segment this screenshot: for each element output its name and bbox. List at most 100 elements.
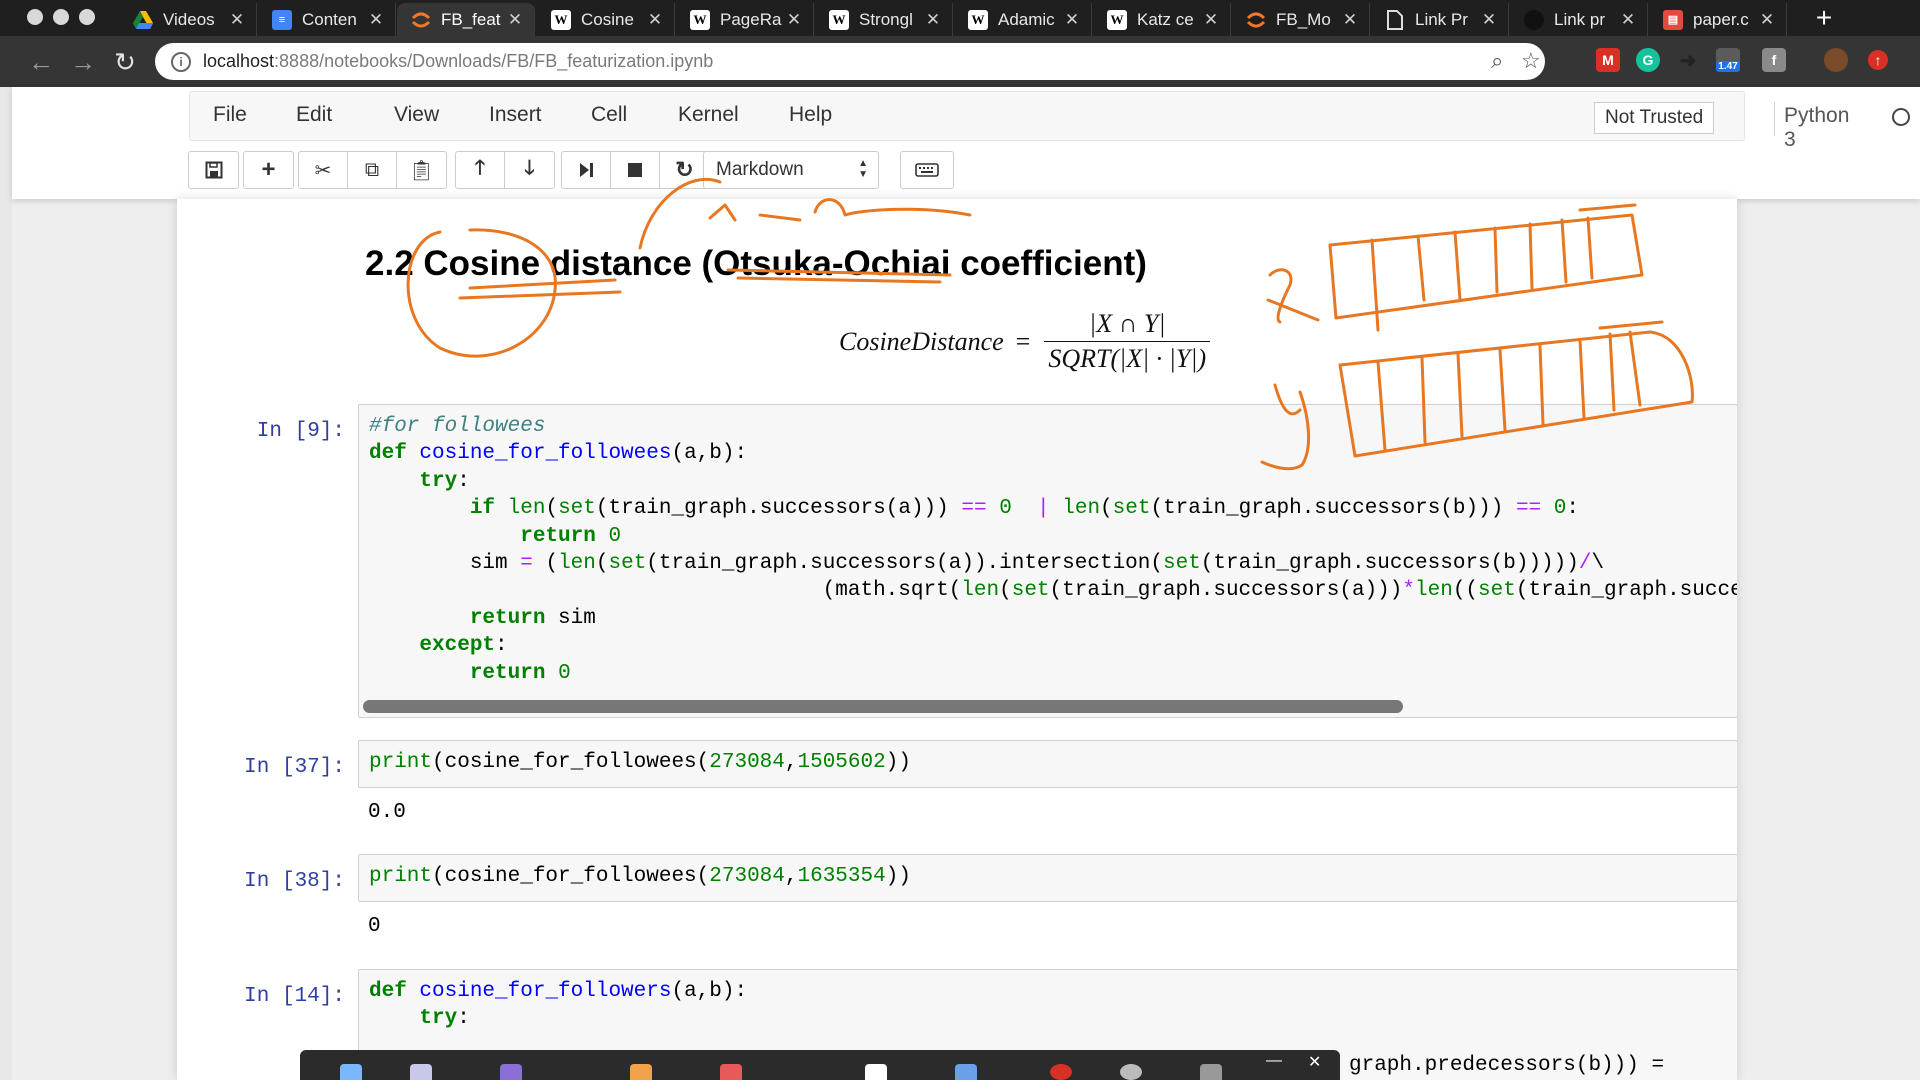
grammarly-extension-icon[interactable]: G — [1636, 48, 1660, 72]
tab-close-icon[interactable]: ✕ — [365, 10, 387, 30]
jupyter-icon — [411, 10, 431, 30]
record-button-icon[interactable] — [1050, 1064, 1072, 1080]
update-arrow-icon[interactable]: ↑ — [1868, 50, 1888, 70]
cell-prompt: In [38]: — [244, 870, 345, 893]
tab-close-icon[interactable]: ✕ — [922, 10, 944, 30]
back-arrow-icon[interactable]: ← — [24, 45, 58, 79]
new-tab-button[interactable]: + — [1806, 2, 1842, 33]
whiteboard-tool-icon[interactable] — [865, 1064, 887, 1080]
kernel-name: Python 3 — [1784, 104, 1850, 151]
add-cell-icon[interactable]: + — [244, 152, 293, 188]
restart-icon[interactable]: ↻ — [660, 152, 709, 188]
interrupt-icon[interactable] — [611, 152, 660, 188]
minimize-toolbar-icon[interactable]: — — [1266, 1052, 1282, 1070]
tab-link-prediction[interactable]: Link Pr ✕ — [1371, 3, 1509, 36]
menu-insert[interactable]: Insert — [489, 103, 542, 127]
cell-output: 0.0 — [368, 801, 406, 824]
menu-help[interactable]: Help — [789, 103, 832, 127]
code-cell-followees[interactable]: #for followees def cosine_for_followees(… — [358, 404, 1737, 718]
maximize-window-button[interactable] — [79, 9, 95, 25]
tab-close-icon[interactable]: ✕ — [1617, 10, 1639, 30]
menu-kernel[interactable]: Kernel — [678, 103, 739, 127]
move-down-icon[interactable]: 🡓 — [505, 152, 554, 188]
arrow-extension-icon[interactable]: ➜ — [1676, 48, 1700, 72]
tab-close-icon[interactable]: ✕ — [1478, 10, 1500, 30]
tab-label: paper.c — [1693, 9, 1749, 29]
address-bar[interactable]: i localhost:8888/notebooks/Downloads/FB/… — [155, 43, 1545, 80]
code-text: def cosine_for_followers(a,b): try: — [369, 980, 748, 1031]
reload-icon[interactable]: ↻ — [108, 45, 142, 79]
tab-close-icon[interactable]: ✕ — [1061, 10, 1083, 30]
code-cell-print-1[interactable]: print(cosine_for_followees(273084,150560… — [358, 740, 1737, 788]
tab-close-icon[interactable]: ✕ — [504, 10, 526, 30]
formula-denominator: SQRT(|X| · |Y|) — [1044, 341, 1211, 374]
pen-tool-icon[interactable] — [500, 1064, 522, 1080]
menu-file[interactable]: File — [213, 103, 247, 127]
zoom-icon[interactable]: ⌕ — [1491, 48, 1503, 74]
shape-tool-icon[interactable] — [720, 1064, 742, 1080]
formula-numerator: |X ∩ Y| — [1089, 309, 1166, 338]
tab-label: Conten — [302, 9, 357, 29]
tab-katz[interactable]: W Katz ce ✕ — [1093, 3, 1231, 36]
gmail-extension-icon[interactable]: M — [1596, 48, 1620, 72]
monitor-tool-icon[interactable] — [410, 1064, 432, 1080]
site-info-icon[interactable]: i — [171, 51, 191, 72]
cell-output: 0 — [368, 915, 381, 938]
extension-badge-icon[interactable]: 1.47 — [1716, 48, 1740, 72]
marker-tool-icon[interactable] — [955, 1064, 977, 1080]
section-heading: 2.2 Cosine distance (Otsuka-Ochiai coeff… — [365, 244, 1147, 283]
tab-link-pr-github[interactable]: Link pr ✕ — [1510, 3, 1648, 36]
save-group — [188, 151, 239, 189]
move-group: 🡑 🡓 — [455, 151, 555, 189]
tab-adamic[interactable]: W Adamic ✕ — [954, 3, 1092, 36]
pencil-tool-icon[interactable] — [630, 1064, 652, 1080]
facebook-extension-icon[interactable]: f — [1762, 48, 1786, 72]
bookmark-star-icon[interactable]: ☆ — [1521, 48, 1541, 74]
cut-icon[interactable]: ✂ — [299, 152, 348, 188]
profile-avatar[interactable] — [1824, 48, 1848, 72]
tab-paper[interactable]: ▤ paper.c ✕ — [1649, 3, 1787, 36]
tab-close-icon[interactable]: ✕ — [644, 10, 666, 30]
webcam-tool-icon[interactable] — [1120, 1064, 1142, 1080]
copy-icon[interactable]: ⧉ — [348, 152, 397, 188]
tab-close-icon[interactable]: ✕ — [1339, 10, 1361, 30]
tab-pagerank[interactable]: W PageRa ✕ — [676, 3, 814, 36]
formula-fraction: |X ∩ Y| SQRT(|X| · |Y|) — [1044, 309, 1211, 374]
forward-arrow-icon[interactable]: → — [66, 45, 100, 79]
tab-cosine[interactable]: W Cosine ✕ — [537, 3, 675, 36]
move-up-icon[interactable]: 🡑 — [456, 152, 505, 188]
run-icon[interactable] — [562, 152, 611, 188]
close-window-button[interactable] — [27, 9, 43, 25]
wikipedia-icon: W — [968, 9, 988, 30]
tab-fb-featurization[interactable]: FB_feat ✕ — [397, 3, 535, 36]
tab-videos[interactable]: Videos ✕ — [119, 3, 257, 36]
url-path: :8888/notebooks/Downloads/FB/FB_featuriz… — [274, 51, 714, 71]
url-host: localhost — [203, 51, 275, 71]
wikipedia-icon: W — [1107, 9, 1127, 30]
settings-gear-icon[interactable] — [1200, 1064, 1222, 1080]
minimize-window-button[interactable] — [53, 9, 69, 25]
code-cell-print-2[interactable]: print(cosine_for_followees(273084,163535… — [358, 854, 1737, 902]
tab-close-icon[interactable]: ✕ — [1200, 10, 1222, 30]
tab-fb-model[interactable]: FB_Mo ✕ — [1232, 3, 1370, 36]
tab-close-icon[interactable]: ✕ — [783, 10, 805, 30]
cell-type-select[interactable]: Markdown ▲ ▼ — [703, 151, 879, 189]
formula-lhs: CosineDistance — [839, 326, 1004, 356]
paste-icon[interactable]: 📋︎ — [397, 152, 446, 188]
save-icon[interactable] — [189, 152, 238, 188]
tab-close-icon[interactable]: ✕ — [1756, 10, 1778, 30]
menu-edit[interactable]: Edit — [296, 103, 332, 127]
trust-status-button[interactable]: Not Trusted — [1594, 102, 1715, 134]
close-toolbar-icon[interactable]: ✕ — [1308, 1052, 1321, 1072]
menu-cell[interactable]: Cell — [591, 103, 627, 127]
select-arrows-icon: ▲ ▼ — [858, 158, 868, 180]
star-tool-icon[interactable] — [340, 1064, 362, 1080]
jupyter-icon — [1246, 10, 1266, 30]
tab-label: Videos — [163, 9, 215, 29]
menu-view[interactable]: View — [394, 103, 439, 127]
tab-close-icon[interactable]: ✕ — [226, 10, 248, 30]
horizontal-scrollbar[interactable] — [363, 700, 1403, 713]
tab-content[interactable]: ≡ Conten ✕ — [258, 3, 396, 36]
keyboard-shortcuts-icon[interactable] — [901, 152, 953, 188]
tab-strongly[interactable]: W Strongl ✕ — [815, 3, 953, 36]
